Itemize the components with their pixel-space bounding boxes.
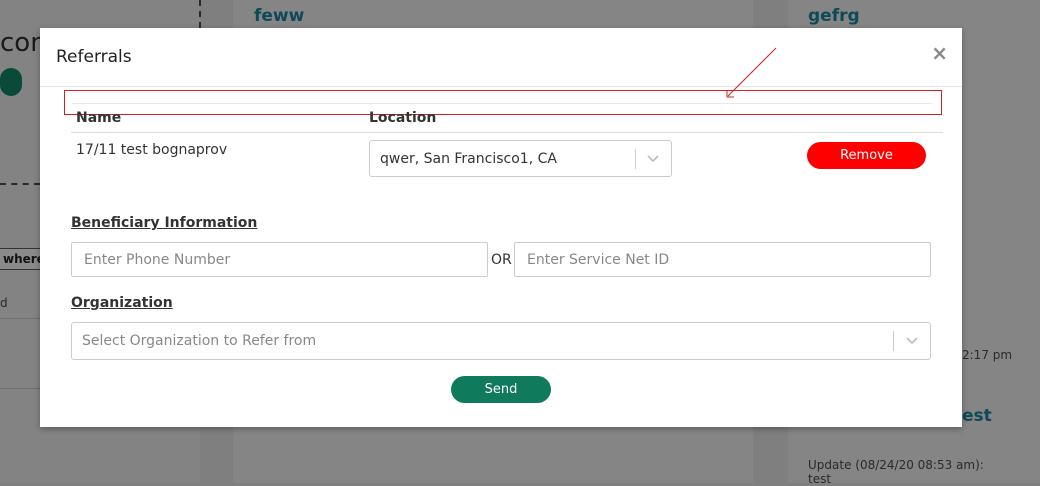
send-button[interactable]: Send: [451, 376, 551, 403]
background-divider: [0, 318, 40, 319]
table-header-rule: [71, 132, 943, 133]
organization-select[interactable]: Select Organization to Refer from: [71, 322, 931, 360]
beneficiary-information-label: Beneficiary Information: [71, 215, 258, 231]
service-net-id-input[interactable]: [514, 242, 931, 277]
background-update-label: Update (08/24/20 08:53 am):: [808, 458, 984, 472]
background-button-fragment: where: [0, 248, 45, 270]
organization-select-placeholder: Select Organization to Refer from: [82, 333, 317, 349]
background-divider: [0, 388, 40, 389]
select-separator: [635, 149, 636, 169]
location-select[interactable]: qwer, San Francisco1, CA: [369, 140, 672, 177]
organization-label: Organization: [71, 295, 173, 311]
column-header-location: Location: [369, 110, 437, 126]
background-card-title-fragment: est: [962, 406, 992, 426]
background-card-title: gefrg: [808, 6, 860, 26]
background-pill-button: [0, 68, 22, 96]
chevron-down-icon: [647, 155, 659, 163]
phone-number-input[interactable]: [71, 242, 488, 277]
modal-header: Referrals ×: [40, 28, 962, 87]
background-dashed-line: [199, 0, 201, 28]
background-dashed-line: [0, 183, 40, 185]
close-button[interactable]: ×: [931, 42, 948, 64]
annotation-highlight-box: [64, 90, 942, 115]
modal-title: Referrals: [56, 47, 132, 67]
background-update-text: test: [808, 472, 832, 486]
column-header-name: Name: [76, 110, 122, 126]
background-card-title: feww: [254, 6, 305, 26]
referral-name: 17/11 test bognaprov: [76, 142, 228, 158]
or-label: OR: [491, 252, 512, 268]
background-text-fragment: d: [0, 296, 8, 310]
referrals-modal: Referrals × Name Location 17/11 test bog…: [40, 28, 962, 427]
chevron-down-icon: [906, 337, 918, 345]
background-time-fragment: 2:17 pm: [962, 348, 1013, 362]
location-select-value: qwer, San Francisco1, CA: [380, 151, 557, 167]
remove-button[interactable]: Remove: [807, 142, 926, 169]
select-separator: [893, 331, 894, 351]
annotation-arrow-icon: [726, 47, 777, 98]
